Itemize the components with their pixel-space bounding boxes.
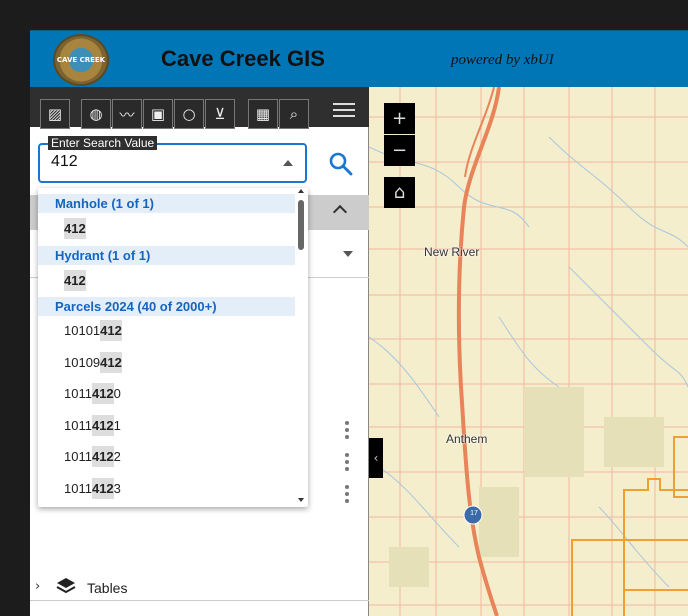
polygon-tool-button[interactable]: ⊻ (205, 99, 235, 129)
app-window: CAVE CREEK Cave Creek GIS powered by xbU… (30, 30, 688, 616)
chevron-left-icon: ‹ (373, 451, 379, 465)
chevron-up-icon[interactable] (332, 204, 348, 220)
result-group-header: Parcels 2024 (40 of 2000+) (38, 297, 295, 316)
edit-square-icon: ▨ (47, 105, 63, 123)
dropdown-arrow-icon[interactable] (343, 251, 353, 257)
scrollbar-thumb[interactable] (298, 200, 304, 250)
result-item[interactable]: 10114120 (38, 378, 295, 409)
home-icon: ⌂ (393, 182, 406, 203)
app-title: Cave Creek GIS (161, 46, 325, 71)
side-panel: ▨ ◍ 〰 ▣ ○ ⊻ ▦ ⌕ › Tables Enter Search Va… (30, 87, 369, 616)
rectangle-tool-button[interactable]: ▣ (143, 99, 173, 129)
place-label: New River (424, 245, 480, 259)
app-header: CAVE CREEK Cave Creek GIS powered by xbU… (30, 30, 688, 87)
basemap (369, 87, 688, 616)
layer-options-icon[interactable] (345, 453, 349, 471)
result-group-header: Hydrant (1 of 1) (38, 246, 295, 265)
collapse-panel-button[interactable]: ‹ (369, 438, 383, 478)
search-icon: ⌕ (289, 105, 299, 123)
table-tool-button[interactable]: ▦ (248, 99, 278, 129)
town-logo: CAVE CREEK (53, 34, 109, 86)
search-results-dropdown: Manhole (1 of 1) 412 Hydrant (1 of 1) 41… (38, 188, 308, 507)
result-group-header: Manhole (1 of 1) (38, 194, 295, 213)
scroll-up-arrow-icon[interactable] (298, 189, 304, 193)
search-input[interactable] (51, 153, 251, 171)
logo-text: CAVE CREEK (56, 56, 106, 64)
zoom-in-button[interactable]: + (384, 103, 415, 134)
result-item[interactable]: 412 (38, 265, 295, 296)
collapse-arrow-icon[interactable] (283, 160, 293, 166)
result-item[interactable]: 10114123 (38, 473, 295, 504)
layers-icon (56, 578, 76, 594)
search-icon[interactable] (327, 150, 355, 178)
powered-by-label: powered by xbUI (451, 52, 554, 68)
highway-shield-label: 17 (470, 510, 478, 517)
hamburger-menu-icon[interactable] (333, 103, 355, 117)
point-tool-button[interactable]: ◍ (81, 99, 111, 129)
layer-options-icon[interactable] (345, 421, 349, 439)
circle-draw-icon: ○ (182, 105, 196, 123)
place-label: Anthem (446, 432, 488, 446)
edit-tool-button[interactable]: ▨ (40, 99, 70, 129)
tables-label: Tables (87, 580, 128, 596)
expand-caret-icon[interactable]: › (35, 579, 40, 594)
result-item[interactable]: 10114122 (38, 441, 295, 472)
result-item[interactable]: 412 (38, 213, 295, 244)
polygon-draw-icon: ⊻ (214, 105, 226, 123)
zoom-out-button[interactable]: − (384, 135, 415, 166)
layer-options-icon[interactable] (345, 485, 349, 503)
table-icon: ▦ (255, 105, 271, 123)
home-extent-button[interactable]: ⌂ (384, 177, 415, 208)
polyline-tool-button[interactable]: 〰 (112, 99, 142, 129)
dropdown-scrollbar[interactable] (295, 188, 308, 507)
map-pin-icon: ◍ (89, 105, 103, 123)
result-item[interactable]: 10101412 (38, 315, 295, 346)
result-item[interactable]: 10109412 (38, 347, 295, 378)
search-tool-button[interactable]: ⌕ (279, 99, 309, 129)
map-view[interactable]: + − ⌂ New River Anthem 17 ‹ (369, 87, 688, 616)
rectangle-draw-icon: ▣ (150, 105, 166, 123)
tool-bar: ▨ ◍ 〰 ▣ ○ ⊻ ▦ ⌕ (30, 87, 369, 129)
circle-tool-button[interactable]: ○ (174, 99, 204, 129)
polyline-icon: 〰 (119, 105, 135, 124)
tables-layer-group[interactable]: › Tables (30, 573, 369, 601)
search-field-label: Enter Search Value (48, 136, 158, 150)
result-item[interactable]: 10114121 (38, 410, 295, 441)
search-field[interactable]: Enter Search Value (38, 136, 307, 183)
scroll-down-arrow-icon[interactable] (298, 498, 304, 502)
